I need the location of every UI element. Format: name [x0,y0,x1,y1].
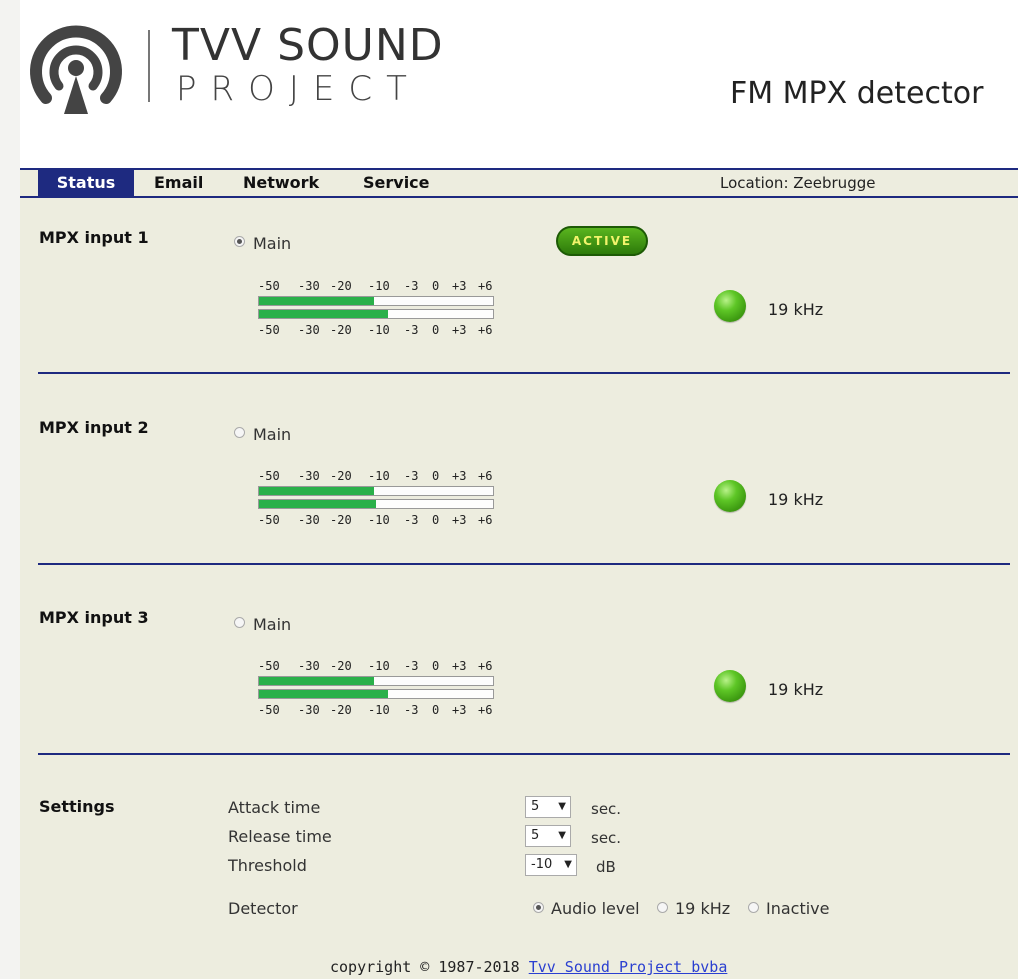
section-divider-2 [38,563,1010,565]
tab-status[interactable]: Status [38,170,134,196]
broadcast-logo-icon [30,25,122,114]
attack-time-label: Attack time [228,798,321,817]
logo-divider [148,30,150,102]
chevron-down-icon: ▼ [564,859,572,870]
mpx-input-1-scale-top: -50 -30 -20 -10 -3 0 +3 +6 [258,279,493,293]
mpx-input-1-led-label: 19 kHz [768,300,824,319]
mpx-input-1-title: MPX input 1 [39,228,149,247]
mpx-input-3-meter-left [258,676,494,686]
mpx-input-2-main-label: Main [253,425,292,444]
release-time-select[interactable]: 5 ▼ [525,825,571,847]
mpx-input-1-main-label: Main [253,234,292,253]
threshold-unit: dB [596,858,616,876]
mpx-input-1-scale-bottom: -50 -30 -20 -10 -3 0 +3 +6 [258,323,493,337]
mpx-input-1-meter-right [258,309,494,319]
mpx-input-1-19khz-led [714,290,746,322]
mpx-input-2-main-radio[interactable] [234,427,245,438]
section-divider-1 [38,372,1010,374]
tab-service[interactable]: Service [363,170,430,196]
left-margin-strip [0,0,20,979]
section-divider-3 [38,753,1010,755]
mpx-input-3-led-label: 19 kHz [768,680,824,699]
mpx-input-2-scale-bottom: -50 -30 -20 -10 -3 0 +3 +6 [258,513,493,527]
mpx-input-2-19khz-led [714,480,746,512]
detector-inactive-label: Inactive [766,899,830,918]
release-time-unit: sec. [591,829,622,847]
attack-time-unit: sec. [591,800,622,818]
mpx-input-1-main-radio[interactable] [234,236,245,247]
detector-audio-level-radio[interactable] [533,902,544,913]
mpx-input-3-meter-right [258,689,494,699]
tab-network[interactable]: Network [243,170,319,196]
active-badge: ACTIVE [556,226,648,256]
release-time-label: Release time [228,827,332,846]
device-title: FM MPX detector [730,76,984,111]
main-panel [20,168,1018,979]
mpx-input-2-meter-left [258,486,494,496]
threshold-label: Threshold [228,856,307,875]
copyright-text: copyright © 1987-2018 [330,958,520,976]
mpx-input-2-meter-right [258,499,494,509]
chevron-down-icon: ▼ [558,801,566,812]
detector-inactive-radio[interactable] [748,902,759,913]
brand-subtitle: PROJECT [176,69,421,109]
threshold-select[interactable]: -10 ▼ [525,854,577,876]
nav-bar: Status Email Network Service Location: Z… [20,168,1018,198]
mpx-input-2-led-label: 19 kHz [768,490,824,509]
detector-label: Detector [228,899,298,918]
mpx-input-3-scale-bottom: -50 -30 -20 -10 -3 0 +3 +6 [258,703,493,717]
mpx-input-3-main-label: Main [253,615,292,634]
chevron-down-icon: ▼ [558,830,566,841]
brand-name: TVV SOUND [172,20,444,71]
detector-audio-level-label: Audio level [551,899,640,918]
footer: copyright © 1987-2018 Tvv Sound Project … [330,958,727,976]
mpx-input-3-title: MPX input 3 [39,608,149,627]
settings-title: Settings [39,797,115,816]
mpx-input-3-scale-top: -50 -30 -20 -10 -3 0 +3 +6 [258,659,493,673]
tab-email[interactable]: Email [154,170,203,196]
mpx-input-2-title: MPX input 2 [39,418,149,437]
company-link[interactable]: Tvv Sound Project bvba [529,958,728,976]
attack-time-select[interactable]: 5 ▼ [525,796,571,818]
location-label: Location: Zeebrugge [720,174,876,192]
mpx-input-1-meter-left [258,296,494,306]
mpx-input-3-19khz-led [714,670,746,702]
detector-19khz-radio[interactable] [657,902,668,913]
mpx-input-3-main-radio[interactable] [234,617,245,628]
mpx-input-2-scale-top: -50 -30 -20 -10 -3 0 +3 +6 [258,469,493,483]
detector-19khz-label: 19 kHz [675,899,731,918]
